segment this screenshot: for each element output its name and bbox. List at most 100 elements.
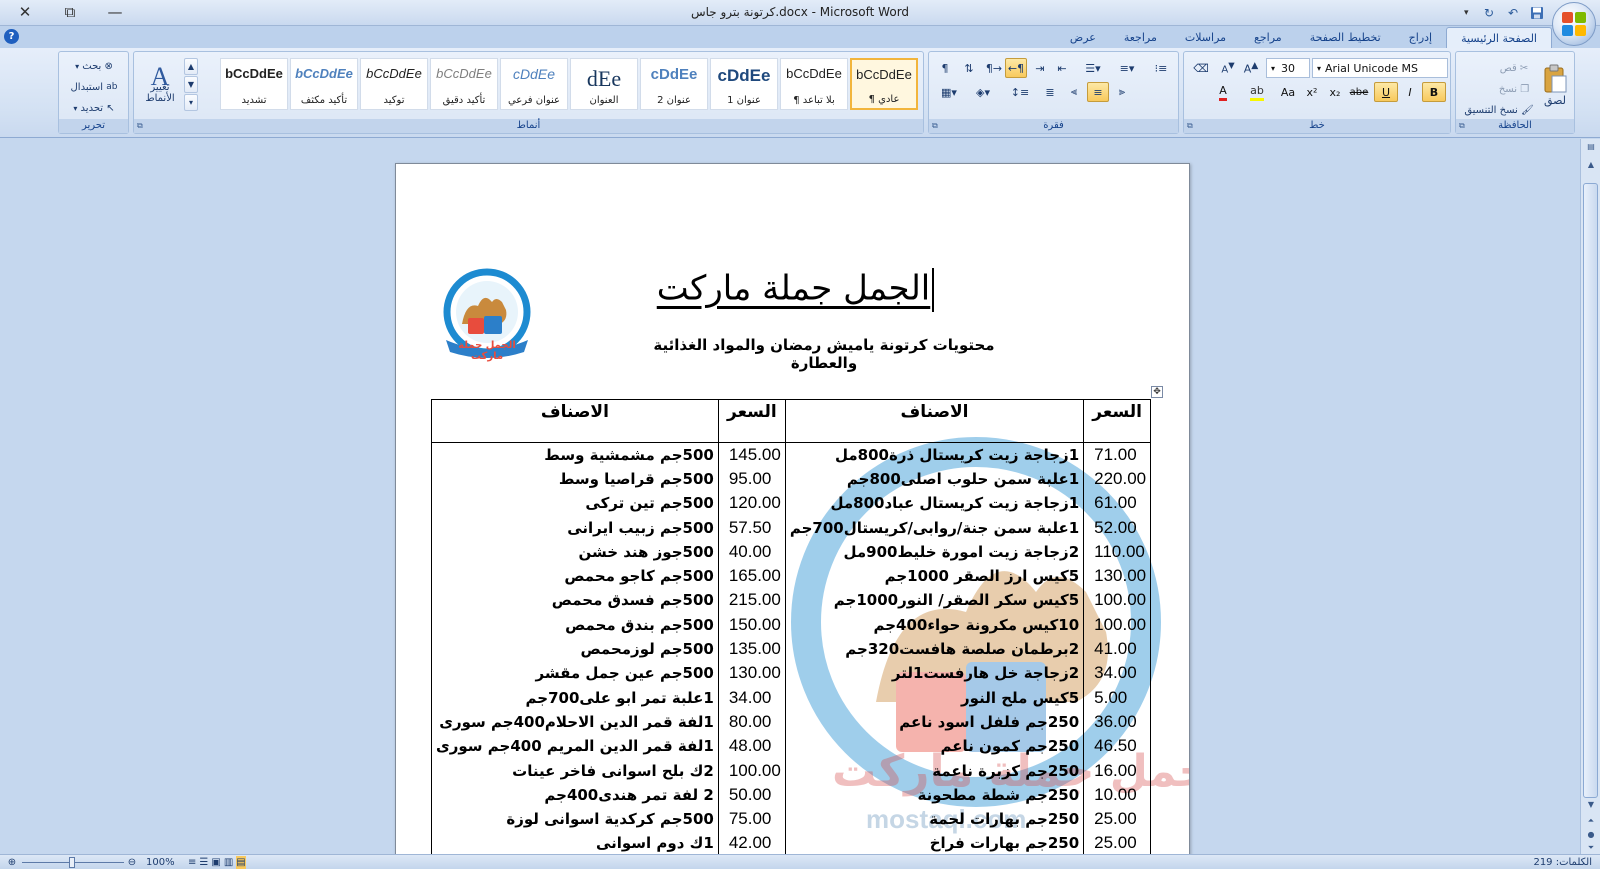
item-cell[interactable]: 2زجاجة زيت امورة خليط900مل xyxy=(784,539,1085,564)
item-cell[interactable]: 250جم بهارات لحمة xyxy=(784,806,1085,832)
paragraph-launcher-icon[interactable]: ⧉ xyxy=(932,121,938,131)
item-cell[interactable]: 500جوز هند خشن xyxy=(431,539,719,564)
item-cell[interactable]: 500جم قراصيا وسط xyxy=(431,466,719,492)
change-case-button[interactable]: Aa xyxy=(1276,82,1300,102)
numbering-icon[interactable]: ≡▾ xyxy=(1111,58,1143,78)
italic-button[interactable]: I xyxy=(1398,82,1422,102)
price-cell[interactable]: 57.50 xyxy=(717,515,786,540)
tab-review[interactable]: مراجعة xyxy=(1110,27,1171,48)
font-size-combo[interactable]: ▾ 30 xyxy=(1266,58,1310,78)
document-title[interactable]: الجمل جملة ماركت xyxy=(396,268,1189,312)
styles-scroll-down-icon[interactable]: ▼ xyxy=(184,76,198,93)
price-cell[interactable]: 42.00 xyxy=(717,831,786,854)
price-cell[interactable]: 110.00 xyxy=(1083,539,1152,564)
styles-more-icon[interactable]: ▾ xyxy=(184,94,198,111)
draft-view-icon[interactable]: ≡ xyxy=(188,856,196,869)
price-cell[interactable]: 25.00 xyxy=(1083,806,1152,832)
office-button[interactable] xyxy=(1552,2,1596,46)
price-cell[interactable]: 150.00 xyxy=(717,612,786,637)
zoom-level[interactable]: 100% xyxy=(146,856,182,869)
zoom-slider-thumb[interactable] xyxy=(69,857,75,868)
item-cell[interactable]: 5كيس سكر الصقر/ النور1000جم xyxy=(784,588,1085,613)
tab-page-layout[interactable]: تخطيط الصفحة xyxy=(1296,27,1395,48)
web-layout-icon[interactable]: ▣ xyxy=(211,856,220,869)
style-normal[interactable]: bCcDdEe ¶ عادي xyxy=(850,58,918,110)
price-cell[interactable]: 10.00 xyxy=(1083,782,1152,807)
price-cell[interactable]: 61.00 xyxy=(1083,491,1152,516)
item-cell[interactable]: 500جم عين جمل مقشر xyxy=(431,661,719,686)
item-cell[interactable]: 500جم كاجو محمص xyxy=(431,563,719,589)
style-heading-2[interactable]: cDdEe عنوان 2 xyxy=(640,58,708,110)
item-cell[interactable]: 1زجاجة زيت كريستال عباد800مل xyxy=(784,491,1085,516)
font-launcher-icon[interactable]: ⧉ xyxy=(1187,121,1193,131)
price-cell[interactable]: 100.00 xyxy=(1083,612,1152,637)
replace-button[interactable]: استبدال ab xyxy=(61,77,127,97)
styles-launcher-icon[interactable]: ⧉ xyxy=(137,121,143,131)
decrease-indent-icon[interactable]: ⇤ xyxy=(1051,58,1073,78)
item-cell[interactable]: 250جم كمون ناعم xyxy=(784,734,1085,759)
document-subtitle[interactable]: محتويات كرتونة ياميش رمضان والمواد الغذا… xyxy=(624,336,1024,372)
price-cell[interactable]: 130.00 xyxy=(717,661,786,686)
align-right-icon[interactable]: ⫸ xyxy=(1111,82,1133,102)
underline-button[interactable]: U xyxy=(1374,82,1398,102)
style-subtle-emphasis[interactable]: bCcDdEe تأكيد دقيق xyxy=(430,58,498,110)
scroll-down-icon[interactable]: ▼ xyxy=(1584,799,1598,811)
font-color-button[interactable]: A xyxy=(1208,82,1238,102)
price-cell[interactable]: 130.00 xyxy=(1083,563,1152,589)
help-icon[interactable]: ? xyxy=(4,29,19,44)
item-cell[interactable]: 1لفة قمر الدين الاحلام400جم سورى xyxy=(431,709,719,735)
clear-format-button[interactable]: ⌫ xyxy=(1188,58,1214,78)
price-cell[interactable]: 41.00 xyxy=(1083,636,1152,662)
highlight-button[interactable]: ab xyxy=(1242,82,1272,102)
style-heading-1[interactable]: cDdEe عنوان 1 xyxy=(710,58,778,110)
item-cell[interactable]: 2 لفة تمر هندى400جم xyxy=(431,782,719,807)
tab-references[interactable]: مراجع xyxy=(1240,27,1296,48)
outline-view-icon[interactable]: ☰ xyxy=(199,856,208,869)
price-cell[interactable]: 75.00 xyxy=(717,806,786,832)
vertical-scrollbar[interactable]: ▤ ▲ ▼ ⏶ ● ⏷ xyxy=(1580,139,1600,854)
select-button[interactable]: ▾ تحديد ↖ xyxy=(61,98,127,118)
qat-customize-icon[interactable]: ▾ xyxy=(1464,8,1476,18)
tab-view[interactable]: عرض xyxy=(1056,27,1110,48)
style-emphasis[interactable]: bCcDdEe توكيد xyxy=(360,58,428,110)
price-cell[interactable]: 40.00 xyxy=(717,539,786,564)
show-formatting-icon[interactable]: ¶ xyxy=(933,58,957,78)
cut-button[interactable]: قص ✂ xyxy=(1492,58,1536,78)
item-cell[interactable]: 1علبة سمن جنة/روابى/كريستال700جم xyxy=(784,515,1085,540)
shrink-font-button[interactable]: A▼ xyxy=(1217,58,1239,78)
shading-icon[interactable]: ◈▾ xyxy=(967,82,999,102)
bold-button[interactable]: B xyxy=(1422,82,1446,102)
price-cell[interactable]: 165.00 xyxy=(717,563,786,589)
bullets-icon[interactable]: ⁝≡ xyxy=(1145,58,1177,78)
style-no-spacing[interactable]: bCcDdEe ¶ بلا تباعد xyxy=(780,58,848,110)
style-strong[interactable]: bCcDdEe تشديد xyxy=(220,58,288,110)
price-cell[interactable]: 50.00 xyxy=(717,782,786,807)
item-cell[interactable]: 1لفة قمر الدين المريم 400جم سورى xyxy=(431,734,719,759)
item-cell[interactable]: 1زجاجة زيت كريستال ذرة800مل xyxy=(784,442,1085,467)
increase-indent-icon[interactable]: ⇥ xyxy=(1029,58,1051,78)
select-browse-object-icon[interactable]: ● xyxy=(1584,829,1598,841)
redo-icon[interactable]: ↻ xyxy=(1478,4,1500,23)
item-cell[interactable]: 500جم مشمشية وسط xyxy=(431,442,719,467)
style-subtitle[interactable]: cDdEe عنوان فرعي xyxy=(500,58,568,110)
price-cell[interactable]: 36.00 xyxy=(1083,709,1152,735)
price-cell[interactable]: 16.00 xyxy=(1083,758,1152,783)
price-cell[interactable]: 145.00 xyxy=(717,442,786,467)
price-cell[interactable]: 52.00 xyxy=(1083,515,1152,540)
previous-page-icon[interactable]: ⏶ xyxy=(1584,815,1598,827)
price-cell[interactable]: 34.00 xyxy=(717,685,786,710)
strikethrough-button[interactable]: abe xyxy=(1347,82,1371,102)
grow-font-button[interactable]: A▲ xyxy=(1240,58,1262,78)
item-cell[interactable]: 250جم شطة مطحونة xyxy=(784,782,1085,807)
sort-icon[interactable]: ⇅ xyxy=(957,58,981,78)
item-cell[interactable]: 5كيس ارز الصقر 1000جم xyxy=(784,563,1085,589)
price-cell[interactable]: 100.00 xyxy=(717,758,786,783)
price-cell[interactable]: 95.00 xyxy=(717,466,786,492)
scroll-up-icon[interactable]: ▲ xyxy=(1584,159,1598,171)
item-cell[interactable]: 250جم كزبرة ناعمة xyxy=(784,758,1085,783)
price-cell[interactable]: 80.00 xyxy=(717,709,786,735)
font-name-combo[interactable]: ▾ Arial Unicode MS xyxy=(1312,58,1448,78)
price-cell[interactable]: 48.00 xyxy=(717,734,786,759)
line-spacing-icon[interactable]: ↕≡ xyxy=(1005,82,1035,102)
styles-scroll-up-icon[interactable]: ▲ xyxy=(184,58,198,75)
